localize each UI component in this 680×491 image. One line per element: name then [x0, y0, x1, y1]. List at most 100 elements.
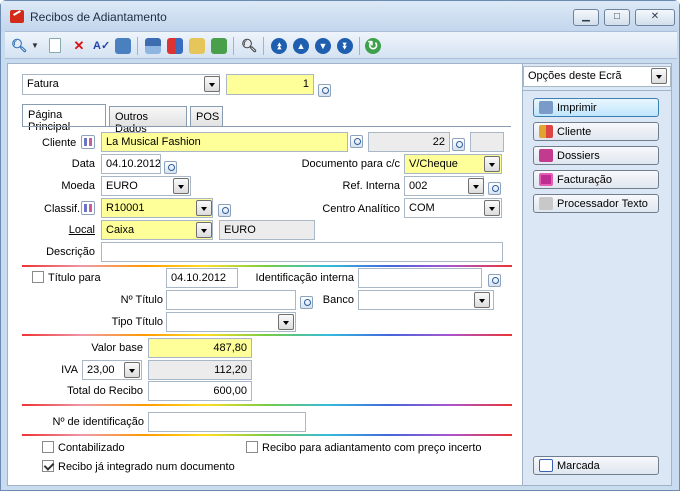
lookup-icon[interactable]: [488, 274, 501, 287]
refresh-icon[interactable]: ↻: [365, 38, 381, 54]
chevron-down-icon[interactable]: [484, 156, 500, 172]
integrado-checkbox[interactable]: [42, 460, 54, 472]
titulo-para-checkbox[interactable]: [32, 271, 44, 283]
printer-icon: [539, 101, 553, 114]
chevron-down-icon[interactable]: [484, 200, 500, 216]
identificacao-field[interactable]: [148, 412, 306, 432]
report-icon[interactable]: [211, 38, 227, 54]
tipo-titulo-select[interactable]: [166, 312, 296, 332]
first-record-icon[interactable]: ⏫︎: [271, 38, 287, 54]
cliente-button-label: Cliente: [557, 126, 592, 138]
data-label: Data: [71, 158, 95, 170]
main-window: Recibos de Adiantamento ▁ □ ✕ 🔍︎ ▼ ✕ A✓ …: [0, 0, 680, 491]
integrado-label: Recibo já integrado num documento: [58, 461, 235, 473]
previous-record-icon[interactable]: ▲: [293, 38, 309, 54]
opcoes-ecra-select[interactable]: Opções deste Ecrã: [523, 66, 671, 87]
tab-pagina-principal[interactable]: Página Principal: [22, 104, 106, 133]
lookup-icon[interactable]: [350, 135, 363, 148]
lookup-icon[interactable]: [452, 138, 465, 151]
section-divider: [22, 404, 512, 406]
chevron-down-icon[interactable]: [278, 314, 294, 330]
table-icon[interactable]: [145, 38, 161, 54]
ident-interna-field[interactable]: [358, 268, 482, 288]
imprimir-label: Imprimir: [557, 102, 597, 114]
tab-pos[interactable]: POS: [190, 106, 223, 127]
dossiers-button[interactable]: Dossiers: [533, 146, 659, 165]
print-preview-icon[interactable]: [189, 38, 205, 54]
preco-incerto-checkbox[interactable]: [246, 441, 258, 453]
tipo-titulo-label: Tipo Título: [111, 316, 163, 328]
invoice-icon: [539, 173, 553, 186]
section-divider: [22, 265, 512, 267]
book-icon[interactable]: [81, 201, 95, 215]
new-document-icon[interactable]: [49, 38, 61, 53]
local-currency-field: EURO: [219, 220, 315, 240]
maximize-button[interactable]: □: [604, 9, 630, 26]
total-recibo-label: Total do Recibo: [67, 385, 143, 397]
search-icon[interactable]: 🔍︎: [11, 38, 28, 54]
local-label: Local: [68, 224, 95, 236]
preco-incerto-label: Recibo para adiantamento com preço incer…: [262, 442, 482, 454]
close-button[interactable]: ✕: [635, 9, 675, 26]
titulo-para-label: Título para: [48, 272, 101, 284]
iva-label: IVA: [61, 364, 78, 376]
chevron-down-icon[interactable]: [124, 362, 140, 378]
facturacao-label: Facturação: [557, 174, 613, 186]
spell-check-icon[interactable]: A✓: [93, 38, 110, 54]
lookup-icon[interactable]: [488, 182, 501, 195]
delete-icon[interactable]: ✕: [71, 38, 87, 54]
magnifier-icon[interactable]: 🔍︎: [241, 38, 258, 54]
banco-label: Banco: [322, 294, 354, 306]
titulo-date-field[interactable]: 04.10.2012: [166, 268, 238, 288]
cliente-button[interactable]: Cliente: [533, 122, 659, 141]
folders-icon: [539, 149, 553, 162]
cliente-number-field: 22: [368, 132, 450, 152]
processador-texto-button[interactable]: Processador Texto: [533, 194, 659, 213]
side-panel: Opções deste Ecrã Imprimir Cliente Dossi…: [522, 63, 672, 486]
ref-interna-label: Ref. Interna: [342, 180, 400, 192]
chevron-down-icon[interactable]: [468, 178, 484, 194]
chevron-down-icon[interactable]: [173, 178, 189, 194]
book-icon[interactable]: [81, 135, 95, 149]
valor-base-label: Valor base: [91, 342, 143, 354]
chevron-down-icon[interactable]: [651, 68, 667, 84]
document-number-field[interactable]: 1: [226, 74, 314, 95]
next-record-icon[interactable]: ▼: [315, 38, 331, 54]
iva-value-field: 112,20: [148, 360, 252, 380]
chevron-down-icon[interactable]: [204, 76, 220, 92]
section-divider: [22, 434, 512, 436]
chevron-down-icon[interactable]: [196, 222, 212, 238]
chevron-down-icon[interactable]: [474, 292, 490, 308]
valor-base-field[interactable]: 487,80: [148, 338, 252, 358]
last-record-icon[interactable]: ⏬︎: [337, 38, 353, 54]
descricao-field[interactable]: [101, 242, 503, 262]
cliente-label: Cliente: [42, 137, 77, 149]
users-icon[interactable]: [167, 38, 183, 54]
contabilizado-checkbox[interactable]: [42, 441, 54, 453]
numero-titulo-field[interactable]: [166, 290, 296, 310]
cliente-field[interactable]: La Musical Fashion: [101, 132, 348, 152]
form-icon[interactable]: [115, 38, 131, 54]
pencil-icon: [539, 197, 553, 210]
tab-outros-dados[interactable]: Outros Dados: [109, 106, 187, 135]
chevron-down-icon[interactable]: [196, 200, 212, 216]
numero-titulo-label: Nº Título: [120, 294, 163, 306]
contabilizado-label: Contabilizado: [58, 442, 125, 454]
total-recibo-field: 600,00: [148, 381, 252, 401]
facturacao-button[interactable]: Facturação: [533, 170, 659, 189]
data-field[interactable]: 04.10.2012: [101, 154, 161, 174]
cliente-extra-field: [470, 132, 504, 152]
descricao-label: Descrição: [46, 246, 95, 258]
imprimir-button[interactable]: Imprimir: [533, 98, 659, 117]
chevron-down-icon[interactable]: ▼: [27, 38, 43, 54]
marcada-label: Marcada: [557, 460, 600, 472]
lookup-icon[interactable]: [318, 84, 331, 97]
minimize-button[interactable]: ▁: [573, 9, 599, 26]
dossiers-label: Dossiers: [557, 150, 600, 162]
document-type-select[interactable]: Fatura: [22, 74, 220, 95]
app-icon: [10, 10, 24, 23]
lookup-icon[interactable]: [218, 204, 231, 217]
marcada-button[interactable]: Marcada: [533, 456, 659, 475]
centro-analitico-label: Centro Analítico: [322, 203, 400, 215]
calendar-lookup-icon[interactable]: [164, 161, 177, 174]
